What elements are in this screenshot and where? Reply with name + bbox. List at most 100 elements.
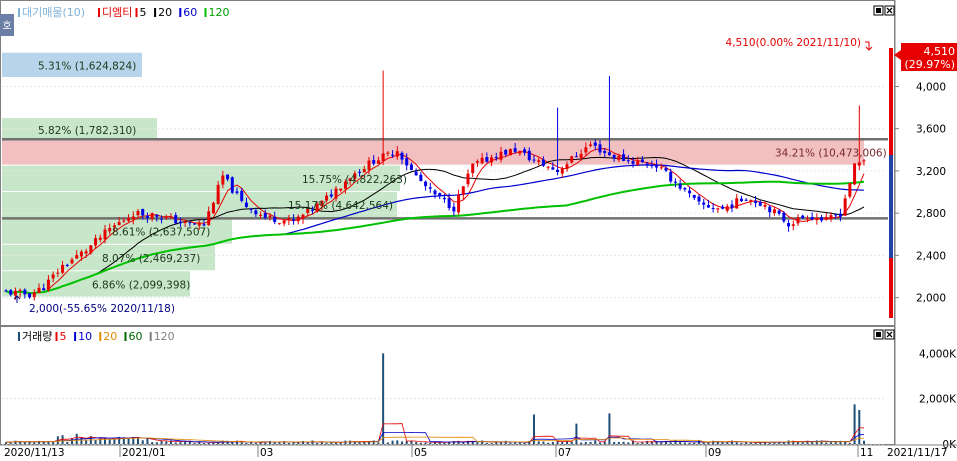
candle-body [334, 188, 338, 199]
candle-body [862, 160, 866, 162]
volume-bar [523, 443, 526, 444]
candle-body [848, 183, 852, 197]
candle-body [4, 290, 8, 292]
volume-profile-label: 5.82% (1,782,310) [38, 125, 136, 137]
candle-body [457, 194, 461, 213]
candle-body [23, 289, 27, 295]
volume-bar [245, 442, 248, 444]
candle-body [598, 144, 602, 153]
volume-bar [669, 442, 672, 444]
candle-body [645, 163, 649, 166]
candle-body [18, 290, 22, 292]
legend-label: 60 [183, 6, 197, 19]
candle-body [263, 213, 267, 218]
candle-body [716, 208, 720, 210]
candle-body [499, 151, 503, 160]
candle-body [494, 157, 498, 159]
candle-body [428, 187, 432, 189]
candle-body [292, 219, 296, 221]
volume-bar [641, 442, 644, 444]
volume-bar [240, 442, 243, 444]
candle-body [626, 160, 630, 162]
volume-bar [749, 442, 752, 444]
candle-body [829, 215, 833, 219]
candle-body [452, 206, 456, 212]
candle-body [508, 148, 512, 156]
legend-marker [55, 332, 58, 341]
candle-body [84, 251, 88, 254]
current-price-change: (29.97%) [904, 58, 955, 71]
volume-bar [551, 441, 554, 444]
volume-bar [797, 442, 799, 444]
volume-bar [292, 442, 295, 444]
volume-bar [580, 442, 583, 444]
volume-bar [207, 442, 210, 444]
candle-body [843, 198, 847, 216]
candle-body [589, 144, 593, 146]
volume-bar [264, 442, 267, 444]
candle-body [692, 194, 696, 198]
candle-body [169, 216, 173, 218]
volume-bar [599, 442, 601, 444]
legend-marker [204, 8, 207, 17]
candle-body [527, 150, 531, 161]
date-axis-end: 2021/11/17 [887, 447, 948, 459]
volume-bar [193, 443, 196, 444]
candle-body [391, 154, 395, 156]
candle-body [28, 293, 32, 298]
volume-bar [740, 443, 743, 444]
candle-body [414, 171, 418, 176]
candle-body [711, 207, 715, 209]
price-axis-label: 3,200 [916, 166, 946, 178]
legend-label: 60 [129, 330, 143, 343]
volume-bar [825, 442, 828, 444]
candle-body [777, 210, 781, 214]
candle-body [461, 186, 465, 195]
candle-body [730, 204, 734, 208]
candle-body [75, 255, 79, 259]
candle-body [655, 164, 659, 168]
candle-body [551, 167, 555, 170]
candle-body [108, 228, 112, 232]
candle-body [155, 214, 159, 217]
candle-body [438, 193, 442, 197]
volume-bar [481, 440, 484, 444]
candle-body [669, 171, 673, 182]
candle-body [763, 204, 767, 207]
volume-bar [419, 442, 422, 444]
candle-body [221, 175, 225, 185]
volume-profile-label: 6.86% (2,099,398) [92, 279, 190, 291]
candle-body [98, 237, 102, 240]
candle-body [631, 161, 635, 164]
volume-bar [476, 442, 479, 444]
volume-bar [23, 442, 26, 444]
candle-body [546, 166, 550, 168]
candle-body [570, 156, 574, 163]
volume-bar [584, 441, 587, 444]
candle-body [447, 198, 451, 209]
candle-body [820, 217, 824, 221]
volume-bar [660, 442, 663, 444]
candle-body [697, 196, 701, 202]
legend-label: 5 [140, 6, 147, 19]
candle-body [381, 153, 385, 162]
volume-bar [683, 442, 686, 444]
volume-bar [848, 443, 851, 444]
volume-bar [745, 442, 748, 444]
volume-bar [254, 442, 257, 444]
volume-bar [316, 443, 319, 444]
volume-bar [14, 440, 17, 444]
volume-profile-label: 8.61% (2,637,507) [112, 227, 210, 239]
candle-body [706, 205, 710, 208]
candle-body [254, 210, 258, 215]
candle-body [145, 215, 149, 219]
candle-body [659, 167, 663, 169]
legend-marker [18, 8, 20, 17]
candle-body [259, 214, 263, 216]
candle-body [433, 190, 437, 195]
volume-bar [613, 442, 616, 444]
candle-body [329, 194, 333, 197]
volume-bar [99, 437, 102, 444]
candle-body [61, 264, 65, 273]
volume-bar [372, 440, 375, 444]
